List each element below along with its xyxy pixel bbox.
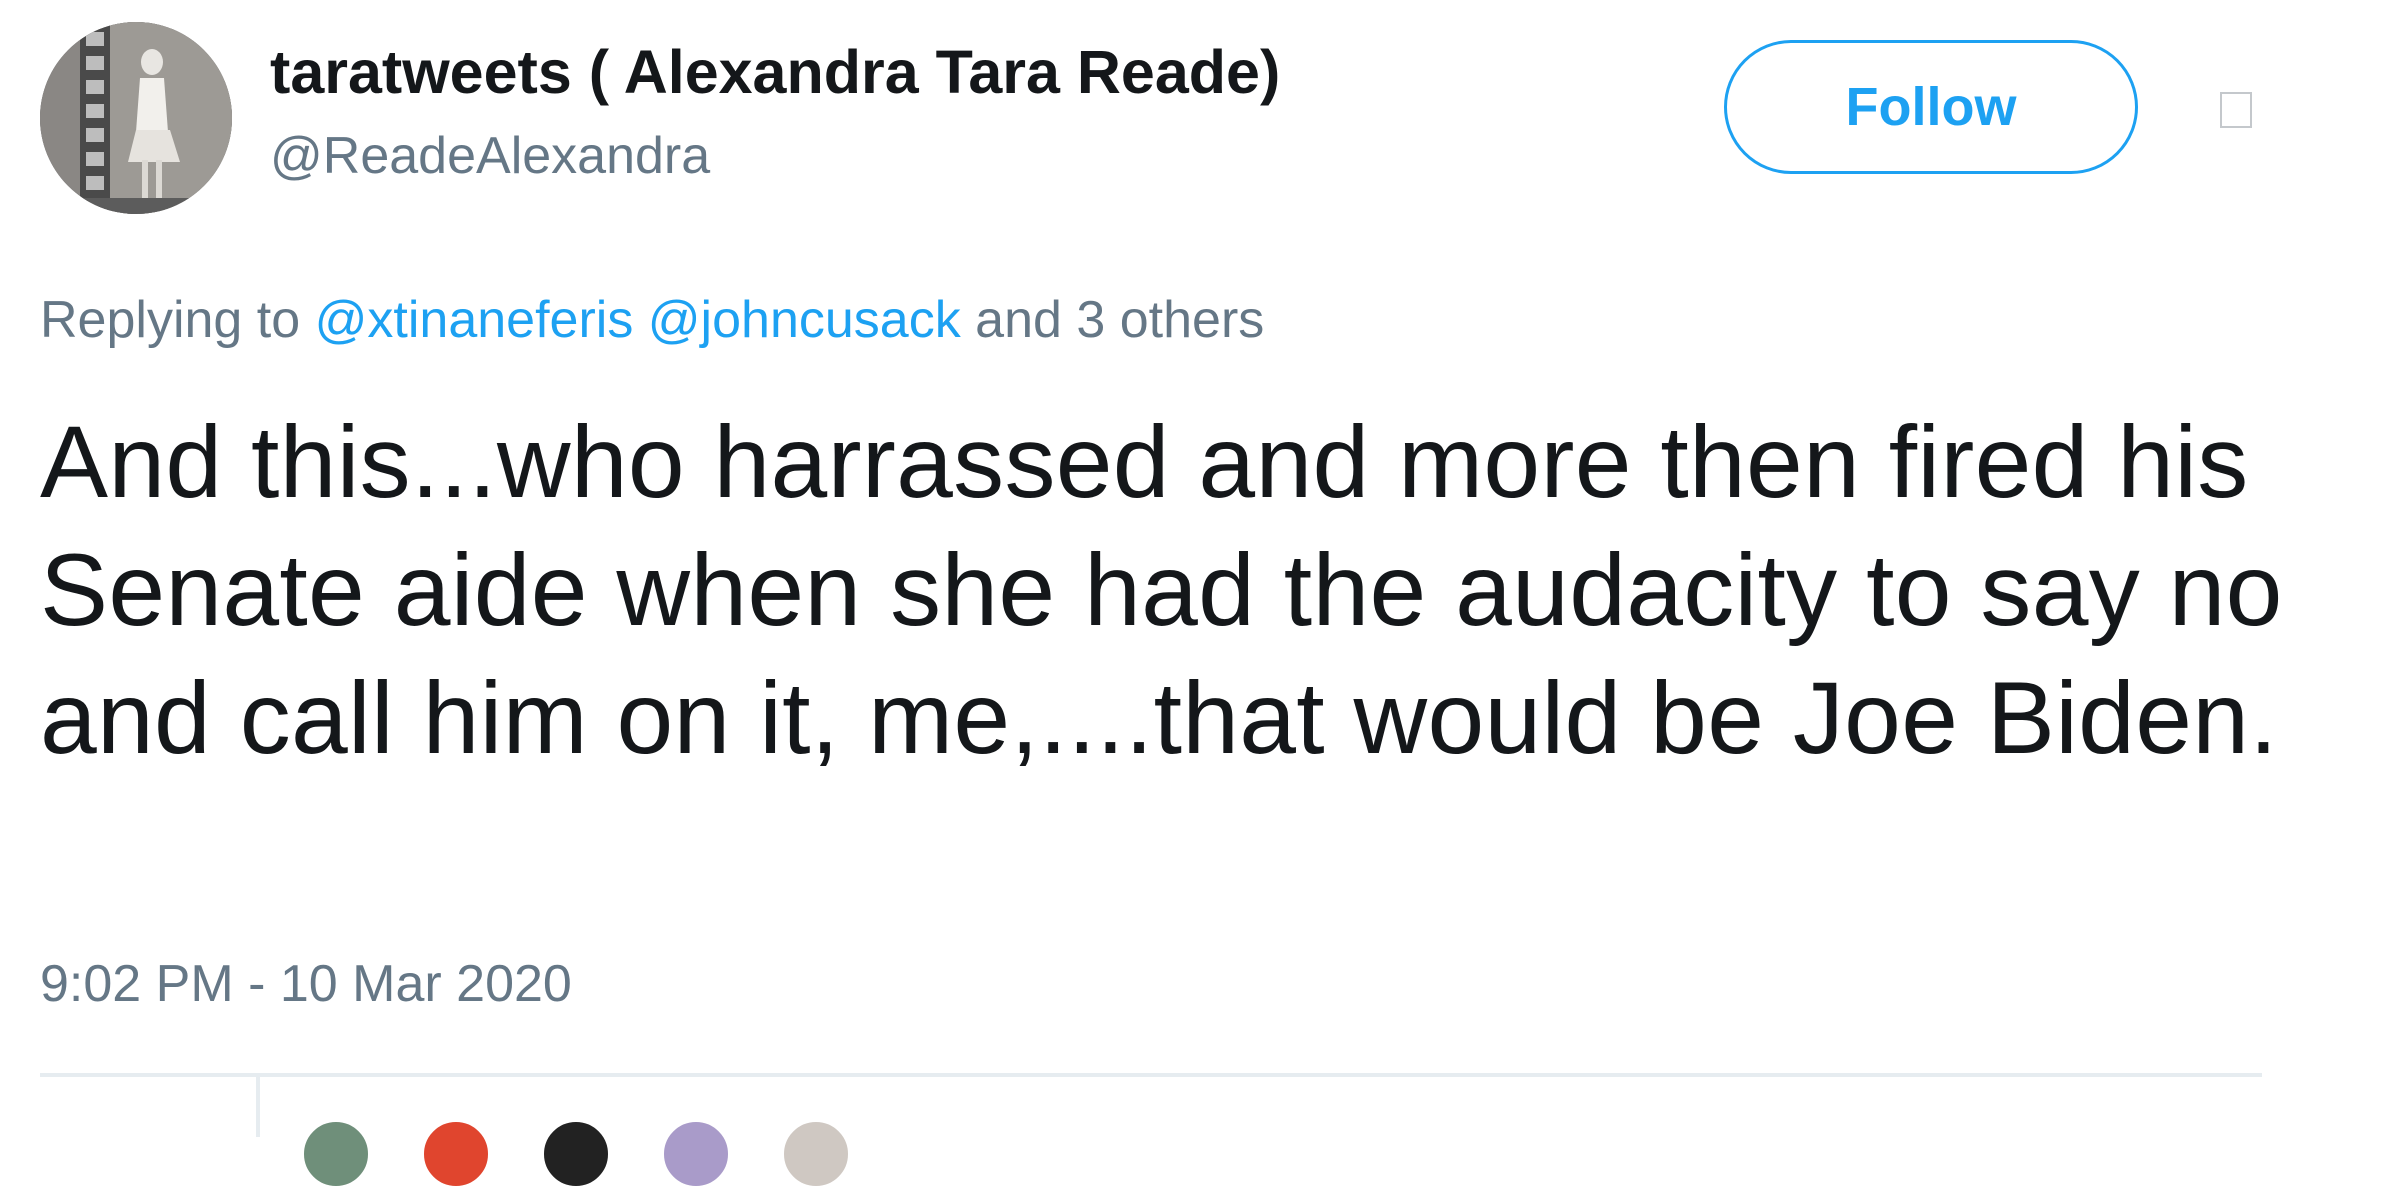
- mention-link[interactable]: @johncusack: [648, 291, 961, 349]
- avatar[interactable]: [40, 22, 232, 214]
- follow-button[interactable]: Follow: [1724, 40, 2138, 174]
- liker-avatar[interactable]: [420, 1118, 492, 1190]
- reply-others[interactable]: and 3 others: [975, 291, 1264, 349]
- caret-box-icon[interactable]: [2220, 92, 2252, 128]
- author-display-name[interactable]: taratweets ( Alexandra Tara Reade): [270, 36, 1280, 108]
- liker-avatar[interactable]: [540, 1118, 612, 1190]
- liker-avatar[interactable]: [300, 1118, 372, 1190]
- avatar-photo: [40, 22, 232, 214]
- divider: [256, 1077, 260, 1137]
- mention-link[interactable]: @xtinaneferis: [315, 291, 634, 349]
- divider: [40, 1073, 2262, 1077]
- reply-prefix: Replying to: [40, 291, 301, 349]
- tweet-timestamp[interactable]: 9:02 PM - 10 Mar 2020: [40, 952, 572, 1016]
- liker-avatar[interactable]: [780, 1118, 852, 1190]
- author-handle[interactable]: @ReadeAlexandra: [270, 124, 710, 188]
- reply-context: Replying to @xtinaneferis @johncusack an…: [40, 288, 1264, 352]
- liker-avatar[interactable]: [660, 1118, 732, 1190]
- tweet-text: And this...who harrassed and more then f…: [40, 405, 2283, 775]
